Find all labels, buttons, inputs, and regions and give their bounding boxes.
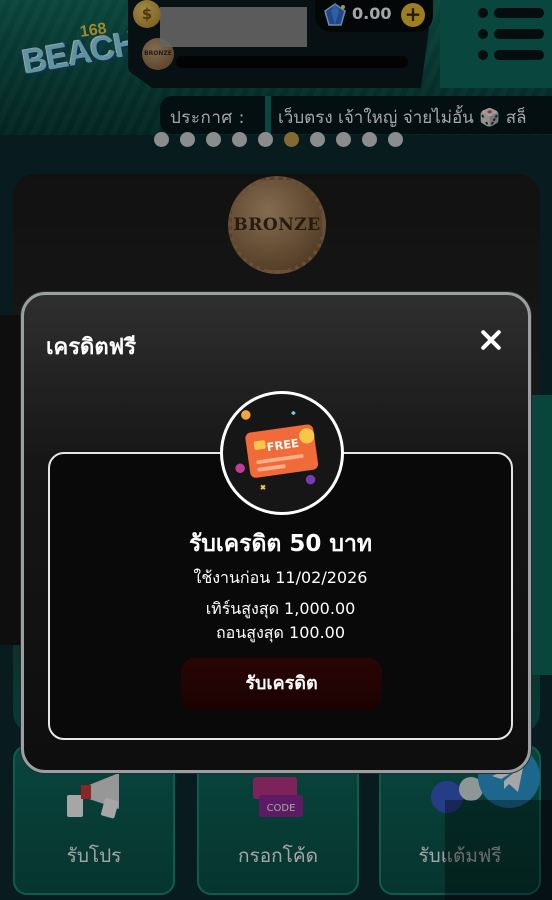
offer-max-turnover: เทิร์นสูงสุด 1,000.00 <box>205 599 356 618</box>
free-credit-card-icon: FREE <box>220 391 344 515</box>
modal-title: เครดิตฟรี <box>46 335 137 360</box>
free-credit-modal: เครดิตฟรี FREE รับเครดิต 50 บาท ใช้งานก่… <box>21 292 531 773</box>
offer-max-withdraw: ถอนสูงสุด 100.00 <box>215 623 346 642</box>
credit-card-icon: FREE <box>235 410 319 490</box>
close-icon[interactable] <box>476 325 506 355</box>
offer-title: รับเครดิต 50 บาท <box>188 531 373 557</box>
offer-expiry: ใช้งานก่อน 11/02/2026 <box>193 568 368 587</box>
claim-credit-button[interactable]: รับเครดิต <box>181 658 382 710</box>
